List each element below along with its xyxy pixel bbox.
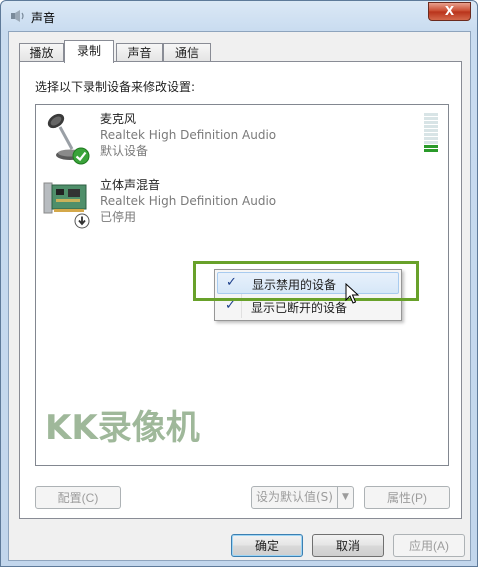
meter-segment [424,145,438,148]
tab-playback[interactable]: 播放 [19,43,64,62]
instruction-text: 选择以下录制设备来修改设置: [35,80,196,94]
level-meter [424,113,438,155]
device-status: 默认设备 [100,144,149,158]
list-item[interactable]: 麦克风 Realtek High Definition Audio 默认设备 [36,107,448,169]
menu-item-show-disabled[interactable]: ✓ 显示禁用的设备 [217,272,399,294]
tab-label: 录制 [76,44,101,58]
device-text: 麦克风 Realtek High Definition Audio 默认设备 [100,111,276,159]
menu-item-label: 显示已断开的设备 [251,301,348,315]
meter-segment [424,117,438,120]
title-bar[interactable]: 声音 X [1,1,477,31]
properties-button[interactable]: 属性(P) [364,486,450,509]
checkmark-icon: ✓ [225,298,236,313]
configure-button[interactable]: 配置(C) [35,486,121,509]
device-text: 立体声混音 Realtek High Definition Audio 已停用 [100,177,276,225]
device-name: 麦克风 [100,112,137,126]
close-button[interactable]: X [428,2,471,21]
device-name: 立体声混音 [100,178,161,192]
meter-segment [424,121,438,124]
set-default-button[interactable]: 设为默认值(S) ▼ [251,486,354,509]
tab-label: 声音 [127,46,152,60]
chevron-down-icon[interactable]: ▼ [337,487,353,508]
meter-segment [424,129,438,132]
meter-segment [424,141,438,144]
menu-item-label: 显示禁用的设备 [252,278,337,292]
tab-label: 播放 [29,46,54,60]
speaker-icon [11,10,24,22]
context-menu: ✓ 显示禁用的设备 ✓ 显示已断开的设备 [214,269,402,321]
tab-label: 通信 [174,46,199,60]
watermark: KK录像机 [45,408,200,448]
checkmark-icon: ✓ [226,275,237,290]
cancel-button[interactable]: 取消 [312,534,384,557]
set-default-label: 设为默认值(S) [256,490,333,504]
device-driver: Realtek High Definition Audio [100,194,277,208]
device-driver: Realtek High Definition Audio [100,128,277,142]
meter-segment [424,133,438,136]
mouse-cursor-icon [345,283,360,304]
tab-sounds[interactable]: 声音 [116,43,163,62]
tab-recording[interactable]: 录制 [64,40,114,63]
disabled-arrow-icon [74,213,90,229]
tab-communications[interactable]: 通信 [163,43,211,62]
list-item[interactable]: 立体声混音 Realtek High Definition Audio 已停用 [36,173,448,235]
window-title: 声音 [31,11,56,25]
close-icon: X [444,4,455,18]
apply-button[interactable]: 应用(A) [393,534,465,557]
meter-segment [424,149,438,152]
ok-button[interactable]: 确定 [231,534,303,557]
menu-item-show-disconnected[interactable]: ✓ 显示已断开的设备 [217,296,399,318]
meter-segment [424,113,438,116]
meter-segment [424,137,438,140]
default-check-icon [72,147,90,165]
meter-segment [424,125,438,128]
device-status: 已停用 [100,210,137,224]
